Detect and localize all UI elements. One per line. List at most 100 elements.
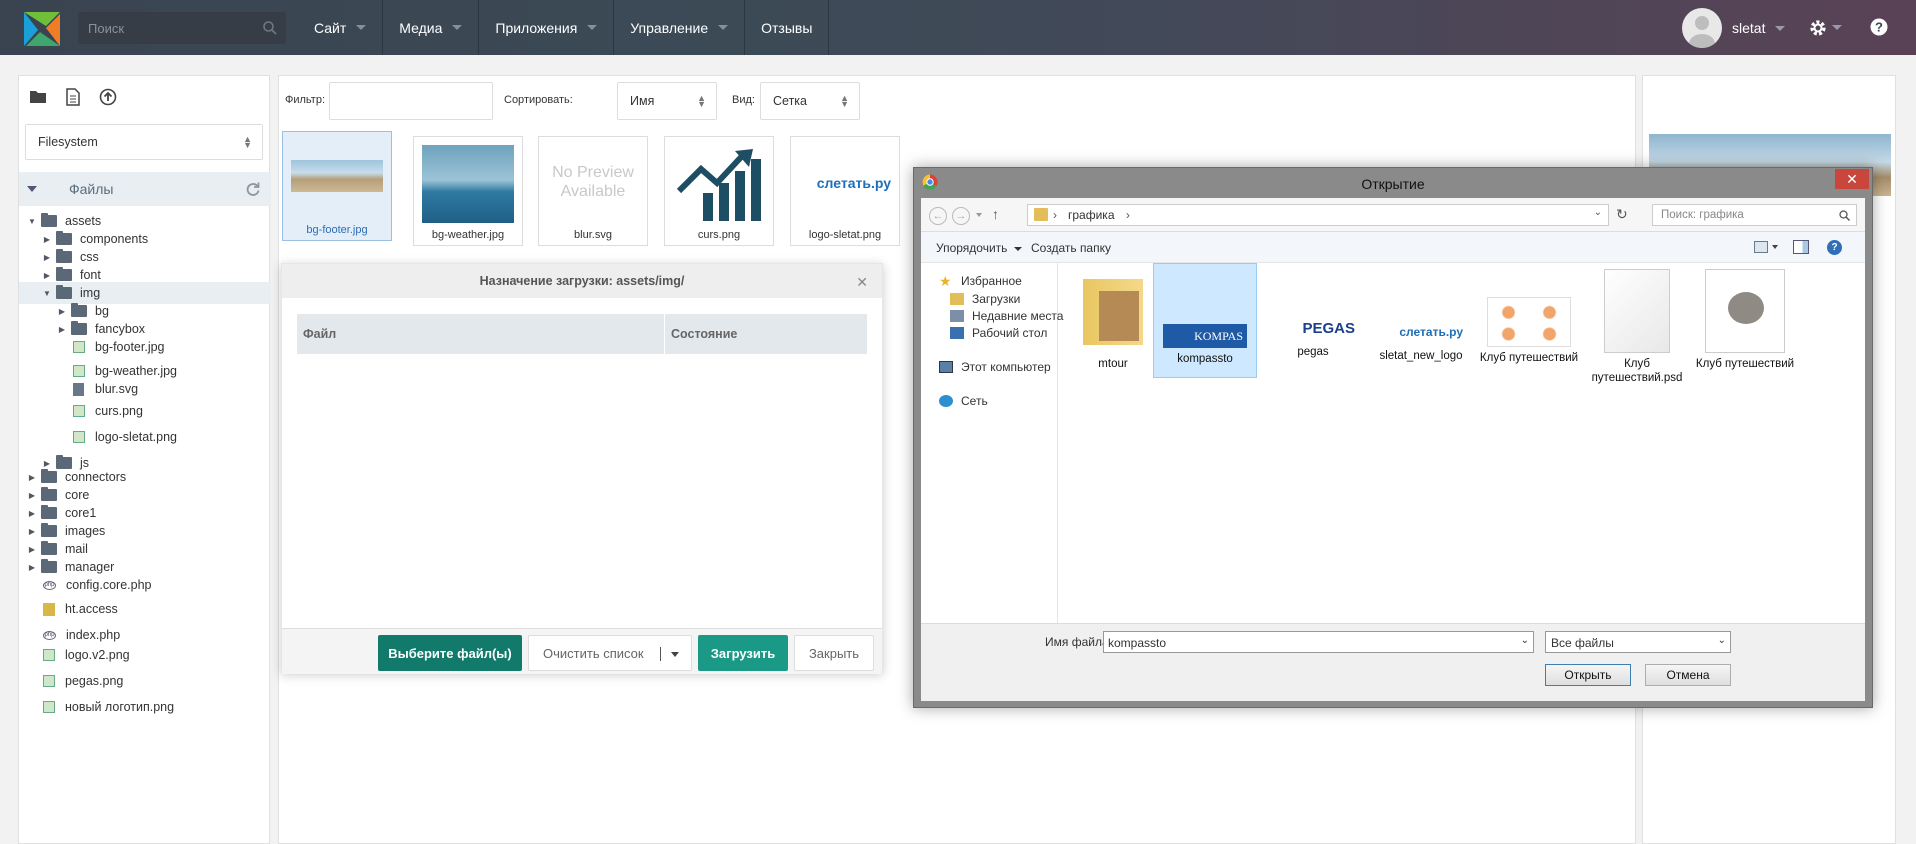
chevron-down-icon[interactable] — [1772, 245, 1778, 249]
filename-input[interactable]: kompassto ⌄ — [1103, 631, 1534, 653]
organize-button[interactable]: Упорядочить — [936, 241, 1022, 255]
folder-search-input[interactable]: Поиск: графика — [1652, 204, 1857, 226]
new-folder-button[interactable]: Создать папку — [1031, 241, 1111, 255]
expand-icon[interactable]: ▶ — [25, 563, 39, 572]
nav-computer[interactable]: Этот компьютер — [939, 360, 1051, 374]
file-item-sletat-new-logo[interactable]: слетать.ру sletat_new_logo — [1369, 263, 1473, 363]
search-input[interactable]: Поиск — [78, 12, 286, 44]
tree-item-logo-v2-png[interactable]: logo.v2.png — [19, 644, 130, 666]
tree-item-config-core-php[interactable]: php config.core.php — [19, 574, 151, 596]
nav-network[interactable]: Сеть — [939, 394, 988, 408]
file-item-mtour[interactable]: mtour — [1061, 263, 1165, 371]
refresh-icon[interactable] — [245, 181, 261, 197]
view-mode-icon[interactable] — [1754, 241, 1768, 253]
file-item-club-psd[interactable]: Клуб путешествий.psd — [1585, 263, 1689, 385]
chevron-down-icon[interactable]: ⌄ — [1594, 207, 1602, 218]
filter-input[interactable] — [329, 82, 493, 120]
chevron-down-icon[interactable]: ⌄ — [1718, 635, 1726, 646]
nav-recent[interactable]: Недавние места — [950, 309, 1063, 323]
help-icon[interactable]: ? — [1827, 240, 1842, 255]
expand-icon[interactable]: ▶ — [25, 509, 39, 518]
dialog-title: Открытие — [1361, 176, 1425, 192]
nav-desktop[interactable]: Рабочий стол — [950, 326, 1047, 340]
select-arrows-icon: ▲ ▼ — [243, 134, 252, 150]
search-icon[interactable] — [262, 20, 278, 36]
expand-icon[interactable]: ▶ — [25, 527, 39, 536]
tree-item-новый-логотип-png[interactable]: новый логотип.png — [19, 696, 174, 718]
nav-downloads[interactable]: Загрузки — [950, 292, 1020, 306]
refresh-icon[interactable]: ↻ — [1616, 206, 1628, 223]
tree-item-curs-png[interactable]: curs.png — [19, 400, 143, 422]
gear-icon[interactable] — [1808, 18, 1828, 38]
tree-item-index-php[interactable]: php index.php — [19, 624, 120, 646]
upload-button[interactable]: Загрузить — [698, 635, 788, 671]
sort-select[interactable]: Имя ▲ ▼ — [617, 82, 717, 120]
chevron-down-icon[interactable] — [671, 652, 679, 657]
close-button[interactable]: Закрыть — [794, 635, 874, 671]
nav-item-3[interactable]: Управление — [614, 0, 746, 55]
expand-icon[interactable]: ▶ — [25, 473, 39, 482]
tree-item-label: bg-footer.jpg — [95, 340, 165, 354]
files-section-header[interactable]: Файлы — [19, 172, 271, 206]
tree-item-bg-footer-jpg[interactable]: bg-footer.jpg — [19, 336, 165, 358]
thumb-blur[interactable]: No Preview Available blur.svg — [538, 136, 648, 246]
cancel-button[interactable]: Отмена — [1645, 664, 1731, 686]
thumb-bg-weather[interactable]: bg-weather.jpg — [413, 136, 523, 246]
chevron-down-icon[interactable]: ⌄ — [1521, 635, 1529, 646]
expand-icon[interactable]: ▶ — [40, 235, 54, 244]
file-item-kompassto[interactable]: KOMPAS kompassto — [1153, 263, 1257, 378]
user-menu[interactable]: sletat — [1682, 7, 1786, 49]
tree-item-ht-access[interactable]: ht.access — [19, 598, 118, 620]
file-icon[interactable] — [65, 88, 81, 106]
media-source-select[interactable]: Filesystem ▲ ▼ — [25, 124, 263, 160]
expand-icon[interactable]: ▶ — [25, 491, 39, 500]
history-dropdown-icon[interactable] — [976, 213, 982, 217]
file-item-club-gimp[interactable]: Клуб путешествий — [1693, 263, 1797, 371]
address-bar[interactable]: › графика › ⌄ — [1027, 204, 1609, 226]
close-icon[interactable]: ✕ — [856, 274, 868, 291]
tree-item-label: blur.svg — [95, 382, 139, 396]
collapse-icon[interactable] — [27, 186, 37, 192]
tree-item-label: mail — [65, 542, 88, 556]
open-button[interactable]: Открыть — [1545, 664, 1631, 686]
nav-item-4[interactable]: Отзывы — [745, 0, 830, 55]
search-icon[interactable] — [1839, 210, 1850, 221]
nav-item-1[interactable]: Медиа — [383, 0, 480, 55]
preview-pane-icon[interactable] — [1793, 240, 1809, 254]
thumb-curs[interactable]: curs.png — [664, 136, 774, 246]
nav-item-2[interactable]: Приложения — [479, 0, 615, 55]
close-icon[interactable]: ✕ — [1835, 169, 1869, 189]
folder-icon[interactable] — [29, 88, 47, 104]
file-item-pegas[interactable]: PEGAS pegas — [1261, 263, 1365, 359]
thumb-bg-footer[interactable]: bg-footer.jpg — [282, 131, 392, 241]
sort-value: Имя — [630, 94, 655, 108]
expand-icon[interactable]: ▶ — [40, 253, 54, 262]
filetype-select[interactable]: Все файлы ⌄ — [1545, 631, 1731, 653]
forward-icon[interactable]: → — [952, 207, 970, 225]
modx-logo[interactable] — [22, 10, 62, 48]
nav-favorites[interactable]: ★ Избранное — [939, 274, 1022, 288]
tree-item-logo-sletat-png[interactable]: logo-sletat.png — [19, 426, 177, 448]
file-item-club[interactable]: Клуб путешествий — [1477, 263, 1581, 365]
clear-list-button[interactable]: Очистить список — [528, 635, 692, 671]
up-arrow-icon[interactable]: ↑ — [992, 206, 999, 222]
expand-icon[interactable]: ▶ — [55, 325, 69, 334]
expand-icon[interactable]: ▶ — [40, 271, 54, 280]
choose-files-button[interactable]: Выберите файл(ы) — [378, 635, 522, 671]
folder-icon — [71, 321, 87, 335]
help-icon[interactable]: ? — [1870, 18, 1888, 36]
nav-item-0[interactable]: Сайт — [298, 0, 384, 55]
tree-item-blur-svg[interactable]: blur.svg — [19, 378, 138, 400]
file-name: pegas — [1297, 346, 1329, 358]
thumb-logo-sletat[interactable]: слетать.ру logo-sletat.png — [790, 136, 900, 246]
view-select[interactable]: Сетка ▲ ▼ — [760, 82, 860, 120]
chevron-down-icon — [452, 25, 463, 30]
image-file-icon — [43, 649, 55, 661]
expand-icon[interactable]: ▶ — [55, 307, 69, 316]
expand-icon[interactable]: ▶ — [25, 545, 39, 554]
collapse-icon[interactable]: ▼ — [25, 217, 39, 226]
upload-icon[interactable] — [99, 88, 117, 106]
collapse-icon[interactable]: ▼ — [40, 289, 54, 298]
back-icon[interactable]: ← — [929, 207, 947, 225]
tree-item-pegas-png[interactable]: pegas.png — [19, 670, 123, 692]
